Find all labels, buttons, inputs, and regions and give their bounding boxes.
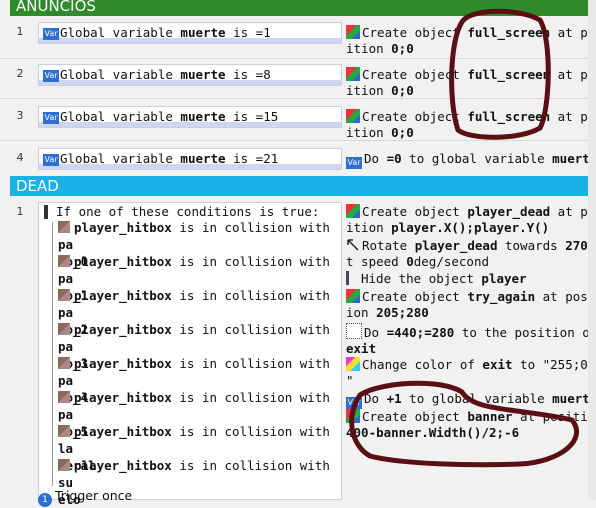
create-object-icon	[346, 109, 360, 123]
action-hide-object[interactable]: Hide the object player	[346, 271, 596, 287]
collision-icon	[58, 425, 70, 437]
or-condition-icon	[44, 205, 48, 219]
event-number: 2	[16, 67, 24, 80]
condition-text: Var Global variable muerte is =15	[43, 109, 279, 124]
hide-object-icon	[346, 271, 359, 285]
action-modify-variable[interactable]: Var Do =0 to global variable muerte	[346, 151, 596, 169]
action-create-object[interactable]: Create object full_screen at pos ition 0…	[346, 25, 596, 57]
action-create-object[interactable]: Create object full_screen at pos ition 0…	[346, 67, 596, 99]
condition-text: Var Global variable muerte is =1	[43, 25, 271, 40]
or-condition-header: If one of these conditions is true:	[56, 204, 320, 219]
sub-condition-guide	[52, 222, 53, 486]
variable-icon: Var	[43, 70, 59, 82]
create-object-icon	[346, 204, 360, 218]
condition-text: Var Global variable muerte is =21	[43, 151, 279, 166]
event-number: 3	[16, 109, 24, 122]
color-icon	[346, 357, 360, 371]
action-change-color[interactable]: Change color of exit to "255;0;0 "	[346, 357, 596, 389]
vertical-scrollbar[interactable]	[588, 0, 596, 500]
create-object-icon	[346, 289, 360, 303]
group-title: DEAD	[16, 177, 59, 195]
variable-icon: Var	[43, 28, 59, 40]
action-modify-variable[interactable]: Var Do +1 to global variable muerte	[346, 391, 596, 409]
group-title: ANUNCIOS	[16, 0, 96, 15]
collision-icon	[58, 357, 70, 369]
action-create-object[interactable]: Create object banner at position 400-ban…	[346, 409, 596, 441]
create-object-icon	[346, 25, 360, 39]
variable-icon: Var	[346, 397, 362, 409]
create-object-icon	[346, 409, 360, 423]
group-header-dead[interactable]: DEAD	[10, 176, 596, 196]
position-icon	[346, 323, 362, 339]
variable-icon: Var	[43, 154, 59, 166]
action-create-object[interactable]: Create object player_dead at pos ition p…	[346, 204, 596, 236]
condition-box[interactable]: Var Global variable muerte is =1	[38, 22, 342, 44]
action-create-object[interactable]: Create object try_again at posit ion 205…	[346, 289, 596, 321]
condition-box[interactable]: Var Global variable muerte is =8	[38, 64, 342, 86]
row-separator	[0, 58, 596, 59]
rotate-icon	[346, 238, 360, 252]
collision-icon	[58, 459, 70, 471]
event-number: 4	[16, 151, 24, 164]
trigger-once-icon: 1	[38, 493, 52, 507]
event-number: 1	[16, 205, 24, 218]
collision-icon	[58, 221, 70, 233]
variable-icon: Var	[43, 112, 59, 124]
collision-icon	[58, 391, 70, 403]
collision-icon	[58, 255, 70, 267]
action-set-position[interactable]: Do =440;=280 to the position of exit	[346, 323, 596, 357]
create-object-icon	[346, 67, 360, 81]
group-header-anuncios[interactable]: ANUNCIOS	[10, 0, 596, 16]
collision-icon	[58, 323, 70, 335]
action-create-object[interactable]: Create object full_screen at pos ition 0…	[346, 109, 596, 141]
collision-icon	[58, 289, 70, 301]
condition-text: Var Global variable muerte is =8	[43, 67, 271, 82]
variable-icon: Var	[346, 157, 362, 169]
event-number: 1	[16, 25, 24, 38]
condition-box[interactable]: Var Global variable muerte is =15	[38, 106, 342, 128]
trigger-once-condition[interactable]: 1 Trigger once	[38, 488, 132, 507]
action-rotate[interactable]: Rotate player_dead towards 270 a t speed…	[346, 238, 596, 270]
condition-box[interactable]: Var Global variable muerte is =21	[38, 148, 342, 170]
